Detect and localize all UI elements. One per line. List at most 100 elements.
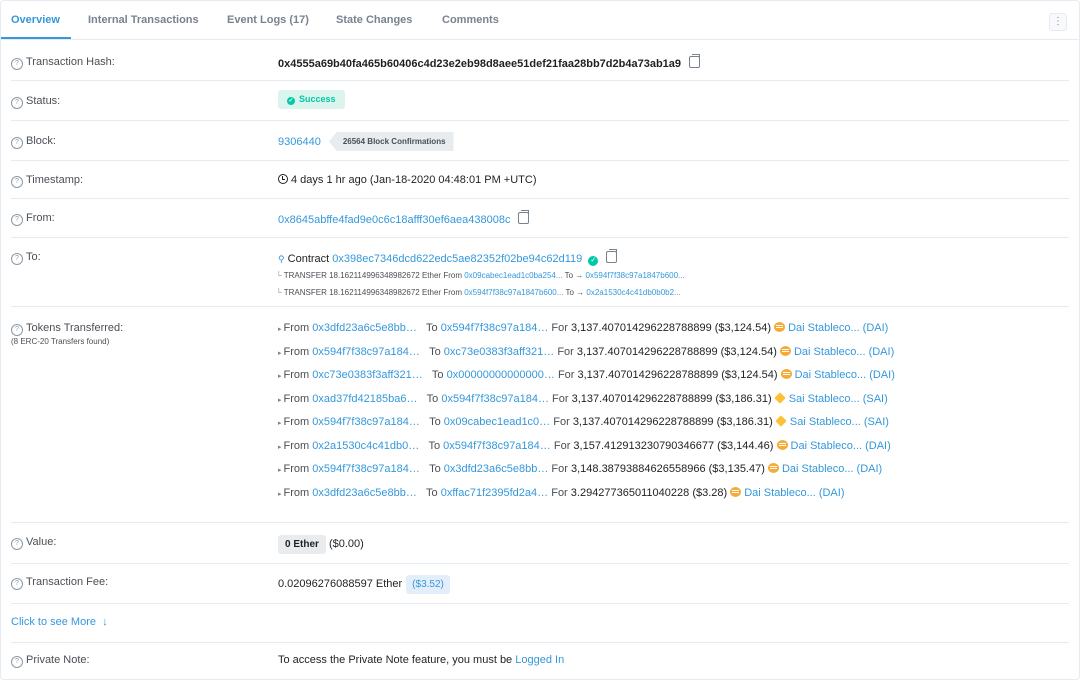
tab-state-changes[interactable]: State Changes xyxy=(336,14,412,26)
token-from-link[interactable]: 0x594f7f38c97a184… xyxy=(312,416,420,428)
question-icon[interactable]: ? xyxy=(11,97,23,109)
token-transfer-row: ▸ From 0x594f7f38c97a184… To 0x3dfd23a6c5… xyxy=(278,463,882,475)
question-icon[interactable]: ? xyxy=(11,176,23,188)
block-number-link[interactable]: 9306440 xyxy=(278,136,321,148)
token-from-link[interactable]: 0xad37fd42185ba6… xyxy=(312,393,417,405)
token-from-link[interactable]: 0x594f7f38c97a184… xyxy=(312,463,420,475)
question-icon[interactable]: ? xyxy=(11,656,23,668)
internal-to-link[interactable]: 0x2a1530c4c41db0b0b2... xyxy=(586,288,680,297)
active-tab-indicator xyxy=(1,37,71,39)
token-name-link[interactable]: Dai Stableco... (DAI) xyxy=(782,463,882,475)
timestamp-label: ? Timestamp: xyxy=(11,174,83,188)
copy-icon[interactable] xyxy=(606,249,618,263)
token-transfer-row: ▸ From 0x3dfd23a6c5e8bb… To 0xffac71f2395… xyxy=(278,486,845,499)
contract-address-link[interactable]: 0x398ec7346dcd622edc5ae82352f02be94c62d1… xyxy=(332,253,582,265)
to-word: To xyxy=(428,439,441,452)
fee-usd-pill: ($3.52) xyxy=(406,575,450,594)
internal-to-link[interactable]: 0x594f7f38c97a1847b600... xyxy=(586,271,685,280)
sai-token-icon xyxy=(775,415,787,427)
tab-internal-transactions[interactable]: Internal Transactions xyxy=(88,14,199,26)
tab-comments[interactable]: Comments xyxy=(442,14,499,26)
block-value: 9306440 26564 Block Confirmations xyxy=(278,132,454,151)
contract-search-icon[interactable]: ⚲ xyxy=(278,254,285,264)
token-transfer-row: ▸ From 0xad37fd42185ba6… To 0x594f7f38c97… xyxy=(278,391,888,405)
token-transfer-row: ▸ From 0x594f7f38c97a184… To 0x09cabec1ea… xyxy=(278,415,889,428)
to-word: To xyxy=(426,322,438,334)
verified-icon: ✓ xyxy=(588,256,599,266)
token-transfer-row: ▸ From 0xc73e0383f3aff321… To 0x000000000… xyxy=(278,369,895,381)
token-name-link[interactable]: Sai Stableco... (SAI) xyxy=(790,416,889,428)
ether-value-pill: 0 Ether xyxy=(278,535,326,554)
token-name-link[interactable]: Sai Stableco... (SAI) xyxy=(789,393,888,405)
question-icon[interactable]: ? xyxy=(11,324,23,336)
question-icon[interactable]: ? xyxy=(11,253,23,265)
token-amount: 3,137.407014296228788899 ($3,124.54) xyxy=(576,345,777,358)
question-icon[interactable]: ? xyxy=(11,538,23,550)
token-from-link[interactable]: 0x3dfd23a6c5e8bb… xyxy=(312,322,417,334)
token-to-link[interactable]: 0x09cabec1ead1c0… xyxy=(444,416,550,428)
token-name-link[interactable]: Dai Stableco... (DAI) xyxy=(794,346,894,358)
token-amount: 3,148.38793884626558966 ($3,135.47) xyxy=(570,463,765,475)
timestamp-value: 4 days 1 hr ago (Jan-18-2020 04:48:01 PM… xyxy=(278,174,537,186)
value-label: ? Value: xyxy=(11,536,56,550)
token-from-link[interactable]: 0xc73e0383f3aff321… xyxy=(312,369,423,381)
token-name-link[interactable]: Dai Stableco... (DAI) xyxy=(795,369,895,381)
expand-caret-icon[interactable]: ▸ xyxy=(278,350,282,357)
divider xyxy=(11,603,1069,604)
tab-overview[interactable]: Overview xyxy=(11,14,60,26)
from-label: ? From: xyxy=(11,212,55,226)
question-icon[interactable]: ? xyxy=(11,214,23,226)
expand-caret-icon[interactable]: ▸ xyxy=(278,326,282,333)
divider xyxy=(11,198,1069,199)
expand-caret-icon[interactable]: ▸ xyxy=(278,491,282,498)
expand-caret-icon[interactable]: ▸ xyxy=(278,397,282,404)
internal-from-link[interactable]: 0x594f7f38c97a1847b600... xyxy=(464,288,563,297)
dai-token-icon xyxy=(767,463,779,473)
dai-token-icon xyxy=(779,345,791,356)
kebab-menu-icon[interactable]: ⋮ xyxy=(1049,13,1067,31)
check-circle-icon: ✓ xyxy=(287,97,295,105)
internal-from-link[interactable]: 0x09cabec1ead1c0ba254... xyxy=(464,271,562,280)
token-from-link[interactable]: 0x2a1530c4c41db0… xyxy=(312,440,419,452)
divider xyxy=(11,120,1069,121)
token-to-link[interactable]: 0x594f7f38c97a184… xyxy=(443,440,551,452)
question-icon[interactable]: ? xyxy=(11,578,23,590)
arrow-down-icon: ↓ xyxy=(102,616,108,628)
from-word: From xyxy=(283,463,310,475)
to-word: To xyxy=(431,369,444,381)
question-icon[interactable]: ? xyxy=(11,58,23,70)
login-link[interactable]: Logged In xyxy=(515,654,564,666)
token-to-link[interactable]: 0x3dfd23a6c5e8bb… xyxy=(444,463,549,475)
to-value: ⚲ Contract 0x398ec7346dcd622edc5ae82352f… xyxy=(278,249,618,266)
copy-icon[interactable] xyxy=(518,210,530,224)
expand-caret-icon[interactable]: ▸ xyxy=(278,444,282,451)
token-name-link[interactable]: Dai Stableco... (DAI) xyxy=(744,487,844,499)
tab-event-logs[interactable]: Event Logs (17) xyxy=(227,14,309,26)
token-to-link[interactable]: 0x594f7f38c97a184… xyxy=(441,393,549,405)
token-to-link[interactable]: 0x00000000000000… xyxy=(447,369,555,381)
token-amount: 3.294277365011040228 ($3.28) xyxy=(570,486,728,499)
copy-icon[interactable] xyxy=(689,54,701,68)
status-label: ? Status: xyxy=(11,95,60,109)
token-from-link[interactable]: 0x3dfd23a6c5e8bb… xyxy=(312,487,417,499)
internal-transfer-row: └ TRANSFER 18.162114996348982672 Ether F… xyxy=(276,288,681,297)
token-to-link[interactable]: 0x594f7f38c97a184… xyxy=(441,322,549,334)
token-to-link[interactable]: 0xc73e0383f3aff321… xyxy=(444,346,555,358)
token-amount: 3,157.412913230790346677 ($3,144.46) xyxy=(573,439,774,452)
question-icon[interactable]: ? xyxy=(11,137,23,149)
divider xyxy=(11,563,1069,564)
for-word: For xyxy=(551,463,568,475)
token-name-link[interactable]: Dai Stableco... (DAI) xyxy=(788,322,888,334)
token-to-link[interactable]: 0xffac71f2395fd2a4… xyxy=(441,487,548,499)
divider xyxy=(11,306,1069,307)
click-to-see-more-link[interactable]: Click to see More ↓ xyxy=(11,616,108,628)
token-from-link[interactable]: 0x594f7f38c97a184… xyxy=(312,346,420,358)
expand-caret-icon[interactable]: ▸ xyxy=(278,420,282,427)
token-amount: 3,137.407014296228788899 ($3,124.54) xyxy=(570,322,772,334)
tokens-transferred-count: (8 ERC-20 Transfers found) xyxy=(11,337,110,346)
expand-caret-icon[interactable]: ▸ xyxy=(278,373,282,380)
expand-caret-icon[interactable]: ▸ xyxy=(278,467,282,474)
token-transfer-row: ▸ From 0x2a1530c4c41db0… To 0x594f7f38c97… xyxy=(278,439,891,452)
from-address-link[interactable]: 0x8645abffe4fad9e0c6c18afff30ef6aea43800… xyxy=(278,214,510,226)
token-name-link[interactable]: Dai Stableco... (DAI) xyxy=(791,440,891,452)
